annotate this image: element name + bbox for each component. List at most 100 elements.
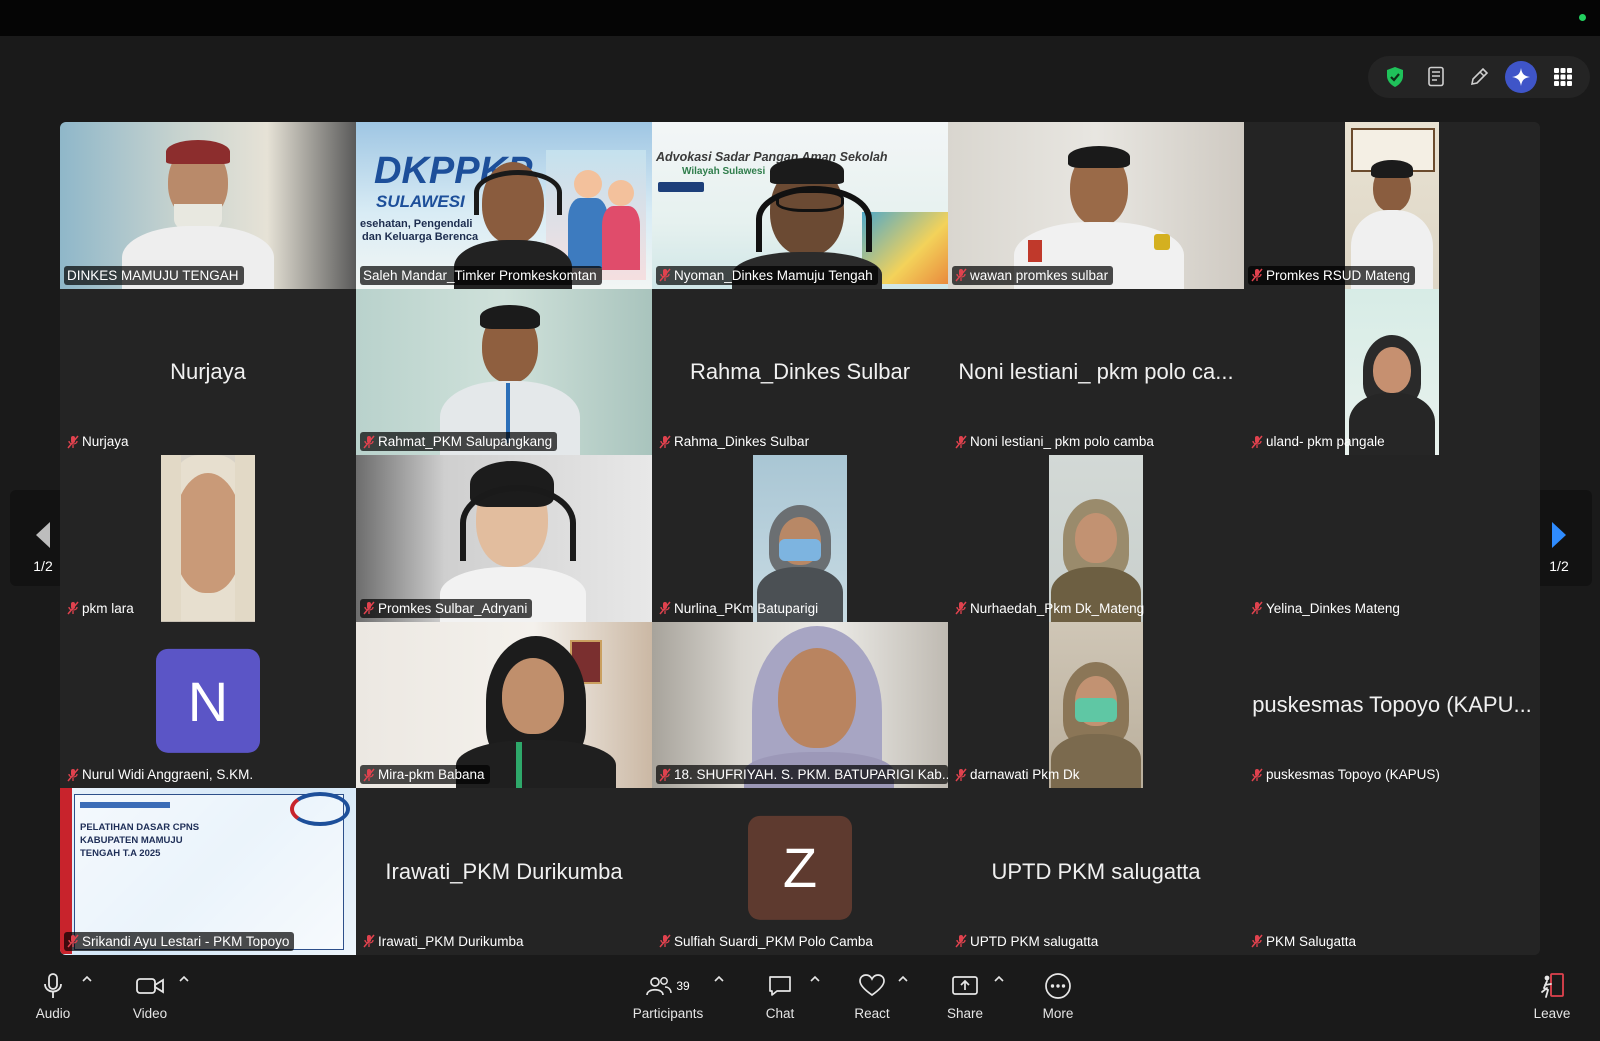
participant-name-label: Rahma_Dinkes Sulbar <box>656 432 814 451</box>
participant-video <box>1049 455 1143 622</box>
participant-name-label: Nurul Widi Anggraeni, S.KM. <box>64 765 258 784</box>
slide-subtitle: Wilayah Sulawesi <box>682 166 766 177</box>
participant-tile[interactable]: uland- pkm pangale <box>1244 288 1540 456</box>
participant-tile[interactable]: Noni lestiani_ pkm polo ca... Noni lesti… <box>948 288 1244 456</box>
participant-tile[interactable]: wawan promkes sulbar <box>948 122 1244 289</box>
participant-tile[interactable]: Nurhaedah_Pkm Dk_Mateng <box>948 455 1244 622</box>
top-toolbar <box>1368 56 1590 98</box>
participant-tile[interactable]: Promkes RSUD Mateng <box>1244 122 1540 289</box>
share-options-caret-icon[interactable] <box>992 972 1006 986</box>
mic-muted-icon <box>955 435 967 449</box>
participant-tile[interactable]: Promkes Sulbar_Adryani <box>356 455 652 622</box>
participant-name: Rahmat_PKM Salupangkang <box>378 434 553 450</box>
participant-name: Sulfiah Suardi_PKM Polo Camba <box>674 933 873 949</box>
participant-video <box>161 455 255 622</box>
participant-video: PELATIHAN DASAR CPNS KABUPATEN MAMUJU TE… <box>60 788 356 955</box>
slide-text: TENGAH T.A 2025 <box>80 848 161 860</box>
leave-button[interactable]: Leave <box>1532 968 1572 1021</box>
participant-video <box>60 122 356 289</box>
participant-name: Promkes RSUD Mateng <box>1266 267 1411 283</box>
participant-display-name: Nurjaya <box>170 358 246 384</box>
video-button[interactable]: Video <box>128 968 172 1021</box>
participant-tile[interactable]: Z Sulfiah Suardi_PKM Polo Camba <box>652 788 948 955</box>
participant-tile[interactable]: PKM Salugatta <box>1244 788 1540 955</box>
annotate-pencil-icon[interactable] <box>1463 61 1495 93</box>
participant-name-label: Nurlina_PKm Batuparigi <box>656 599 823 618</box>
mic-muted-icon <box>955 268 967 282</box>
participant-name-label: Nyoman_Dinkes Mamuju Tengah <box>656 265 878 285</box>
participant-tile[interactable]: Rahmat_PKM Salupangkang <box>356 288 652 456</box>
participant-tile[interactable]: Mira-pkm Babana <box>356 621 652 789</box>
notes-icon[interactable] <box>1421 61 1453 93</box>
chat-button[interactable]: Chat <box>762 968 798 1021</box>
chat-options-caret-icon[interactable] <box>808 972 822 986</box>
mic-muted-icon <box>1251 934 1263 948</box>
participant-name: puskesmas Topoyo (KAPUS) <box>1266 767 1440 783</box>
chat-bubble-icon <box>769 976 791 996</box>
participant-tile-active-speaker[interactable]: DKPPKP SULAWESI esehatan, Pengendali dan… <box>356 122 652 289</box>
participant-name-label: Irawati_PKM Durikumba <box>360 932 529 951</box>
participant-name: Nyoman_Dinkes Mamuju Tengah <box>674 267 873 283</box>
participant-tile[interactable]: PELATIHAN DASAR CPNS KABUPATEN MAMUJU TE… <box>60 788 356 955</box>
participant-tile[interactable]: Nurjaya Nurjaya <box>60 288 356 456</box>
participant-name: Nurlina_PKm Batuparigi <box>674 600 819 616</box>
audio-button[interactable]: Audio <box>32 968 74 1021</box>
participant-tile[interactable]: UPTD PKM salugatta UPTD PKM salugatta <box>948 788 1244 955</box>
slide-text: KABUPATEN MAMUJU <box>80 835 183 847</box>
participant-tile[interactable]: Rahma_Dinkes Sulbar Rahma_Dinkes Sulbar <box>652 288 948 456</box>
participant-name: uland- pkm pangale <box>1266 434 1385 450</box>
chat-label: Chat <box>765 1006 795 1021</box>
participant-tile[interactable]: 18. SHUFRIYAH. S. PKM. BATUPARIGI Kab... <box>652 621 948 789</box>
participant-name-label: uland- pkm pangale <box>1248 432 1390 451</box>
participant-tile[interactable]: N Nurul Widi Anggraeni, S.KM. <box>60 621 356 789</box>
participant-name: darnawati Pkm Dk <box>970 767 1080 783</box>
react-button[interactable]: React <box>852 968 892 1021</box>
meeting-controls-toolbar: Audio Video 39 Participants Chat React S… <box>0 962 1600 1041</box>
participant-tile[interactable]: Nurlina_PKm Batuparigi <box>652 455 948 622</box>
audio-options-caret-icon[interactable] <box>80 972 94 986</box>
participant-display-name: Rahma_Dinkes Sulbar <box>689 358 911 384</box>
participant-tile[interactable]: Yelina_Dinkes Mateng <box>1244 455 1540 622</box>
mic-muted-icon <box>1251 268 1263 282</box>
participant-video <box>1049 621 1143 789</box>
participant-name-label: Nurjaya <box>64 432 134 451</box>
participant-name-label: DINKES MAMUJU TENGAH <box>64 265 244 285</box>
participant-video <box>356 455 652 622</box>
participant-name-label: Rahmat_PKM Salupangkang <box>360 432 558 452</box>
participants-options-caret-icon[interactable] <box>712 972 726 986</box>
participant-name: Nurhaedah_Pkm Dk_Mateng <box>970 600 1145 616</box>
heart-icon <box>859 974 885 997</box>
video-options-caret-icon[interactable] <box>177 972 191 986</box>
more-button[interactable]: More <box>1038 968 1078 1021</box>
share-button[interactable]: Share <box>946 968 984 1021</box>
video-label: Video <box>132 1006 168 1021</box>
participant-tile[interactable]: DINKES MAMUJU TENGAH <box>60 122 356 289</box>
participant-name: Nurjaya <box>82 434 129 450</box>
mic-muted-icon <box>1251 435 1263 449</box>
react-options-caret-icon[interactable] <box>896 972 910 986</box>
recording-indicator-icon <box>1579 14 1586 21</box>
mic-muted-icon <box>1251 768 1263 782</box>
participant-name-label: puskesmas Topoyo (KAPUS) <box>1248 765 1445 784</box>
apps-grid-icon[interactable] <box>1547 61 1579 93</box>
participant-avatar: N <box>156 648 260 753</box>
mic-muted-icon <box>659 601 671 615</box>
participant-tile[interactable]: Irawati_PKM Durikumba Irawati_PKM Duriku… <box>356 788 652 955</box>
participant-tile[interactable]: puskesmas Topoyo (KAPU... puskesmas Topo… <box>1244 621 1540 789</box>
participant-name-label: Nurhaedah_Pkm Dk_Mateng <box>952 599 1149 618</box>
participant-name: Nurul Widi Anggraeni, S.KM. <box>82 767 254 783</box>
participants-button[interactable]: 39 Participants <box>628 968 708 1021</box>
chevron-right-icon <box>1552 522 1566 548</box>
participant-tile[interactable]: Advokasi Sadar Pangan Aman Sekolah Wilay… <box>652 122 948 289</box>
participants-label: Participants <box>632 1006 704 1021</box>
participant-tile[interactable]: darnawati Pkm Dk <box>948 621 1244 789</box>
security-shield-icon[interactable] <box>1379 61 1411 93</box>
participant-name-label: pkm lara <box>64 599 139 618</box>
participant-name-label: Saleh Mandar_Timker Promkeskomtan <box>360 265 602 285</box>
participant-name-label: Promkes Sulbar_Adryani <box>360 598 533 618</box>
ai-companion-sparkle-icon[interactable] <box>1505 61 1537 93</box>
participant-display-name: Noni lestiani_ pkm polo ca... <box>958 358 1234 384</box>
participant-name-label: PKM Salugatta <box>1248 932 1361 951</box>
share-label: Share <box>946 1006 984 1021</box>
participant-tile[interactable]: pkm lara <box>60 455 356 622</box>
